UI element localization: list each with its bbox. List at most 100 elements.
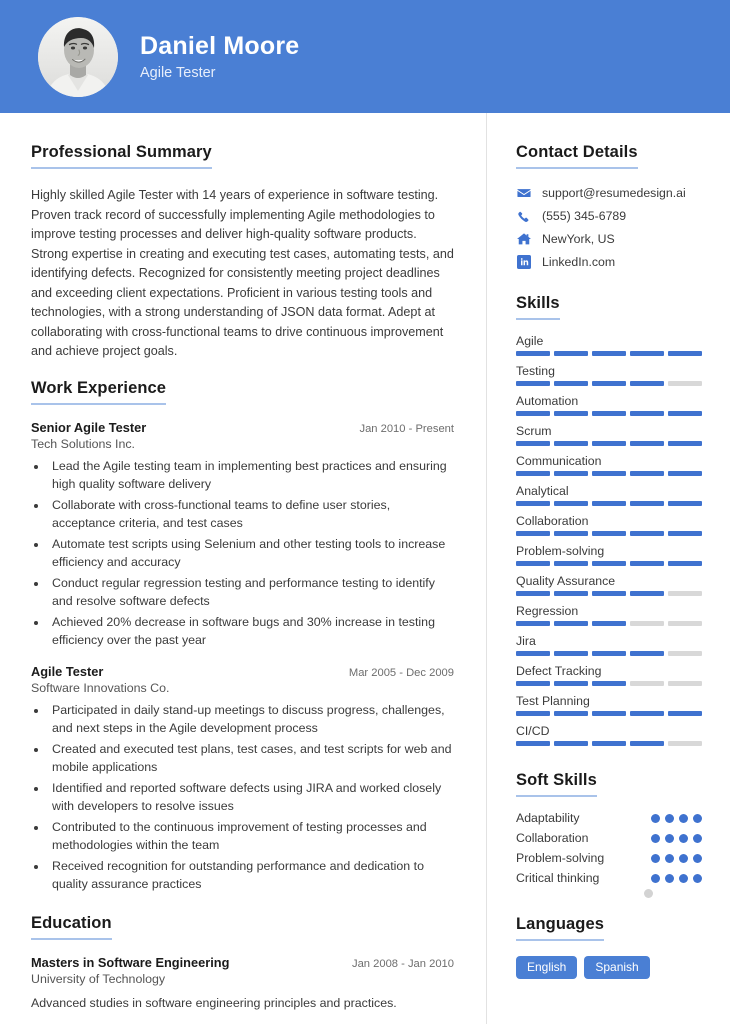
skill-bar-segment [630, 591, 664, 596]
rating-dot [679, 833, 688, 843]
skill-bar-segment [630, 741, 664, 746]
candidate-role: Agile Tester [140, 65, 216, 82]
section-languages: Languages English Spanish [516, 915, 702, 979]
skill-item: Collaboration [516, 514, 702, 536]
bullet-item: Identified and reported software defects… [48, 780, 454, 816]
contact-list: support@resumedesign.ai (555) 345-6789 N… [516, 185, 702, 269]
language-chip[interactable]: English [516, 956, 578, 979]
section-title-languages: Languages [516, 915, 605, 941]
section-professional-summary: Professional Summary Highly skilled Agil… [31, 143, 454, 362]
skill-bar-segment [592, 351, 626, 356]
section-title-soft-skills: Soft Skills [516, 771, 597, 797]
contact-email-value: support@resumedesign.ai [542, 185, 686, 200]
skill-bar-segment [554, 351, 588, 356]
skill-label: Jira [516, 634, 536, 648]
soft-skill-rating [651, 853, 702, 863]
resume-page: Daniel Moore Agile Tester Professional S… [0, 0, 730, 1024]
contact-item-email[interactable]: support@resumedesign.ai [516, 185, 702, 200]
contact-item-phone[interactable]: (555) 345-6789 [516, 208, 702, 223]
rating-dot [679, 873, 688, 883]
skill-label: Scrum [516, 424, 552, 438]
skill-label: Problem-solving [516, 544, 605, 558]
contact-phone-value: (555) 345-6789 [542, 208, 627, 223]
resume-header: Daniel Moore Agile Tester [0, 0, 730, 113]
skill-level-bar [516, 471, 702, 476]
bullet-item: Achieved 20% decrease in software bugs a… [48, 614, 454, 650]
job-date: Mar 2005 - Dec 2009 [348, 667, 454, 680]
skill-item: CI/CD [516, 724, 702, 746]
skill-bar-segment [592, 711, 626, 716]
contact-item-location[interactable]: NewYork, US [516, 231, 702, 246]
section-soft-skills: Soft Skills Adaptability Collaboration Pro… [516, 771, 702, 898]
skill-bar-segment [630, 501, 664, 506]
skill-bar-segment [630, 621, 664, 626]
skill-bar-segment [630, 441, 664, 446]
skill-bar-segment [592, 411, 626, 416]
skill-level-bar [516, 711, 702, 716]
skill-bar-segment [516, 351, 550, 356]
rating-dot [665, 813, 674, 823]
soft-skill-list: Adaptability Collaboration Problem-solving… [516, 811, 702, 885]
skill-bar-segment [592, 441, 626, 446]
skill-bar-segment [668, 381, 702, 386]
job-date: Jan 2010 - Present [359, 422, 454, 435]
avatar [38, 16, 118, 97]
skill-item: Automation [516, 394, 702, 416]
skill-bar-segment [592, 471, 626, 476]
skill-bar-segment [554, 501, 588, 506]
soft-skill-item: Problem-solving [516, 851, 702, 865]
section-education: Education Masters in Software Engineerin… [31, 914, 454, 1024]
soft-skill-rating [651, 873, 702, 883]
skill-label: Regression [516, 604, 579, 618]
skill-bar-segment [554, 411, 588, 416]
job-bullets: Lead the Agile testing team in implement… [48, 458, 454, 650]
section-work-experience: Work Experience Senior Agile Tester Jan … [31, 379, 454, 895]
skill-bar-segment [630, 651, 664, 656]
degree-description: Advanced studies in software engineering… [31, 996, 397, 1011]
section-skills: Skills Agile Testing Automation Scrum Commun… [516, 294, 702, 746]
soft-skill-label: Critical thinking [516, 871, 600, 885]
bullet-item: Collaborate with cross-functional teams … [48, 497, 454, 533]
education-entries: Masters in Software Engineering Jan 2008… [31, 955, 454, 1024]
rating-dot [665, 833, 674, 843]
skill-item: Analytical [516, 484, 702, 506]
skill-list: Agile Testing Automation Scrum Communication… [516, 334, 702, 746]
degree-title: Masters in Software Engineering [31, 955, 230, 971]
skill-level-bar [516, 501, 702, 506]
bullet-item: Participated in daily stand-up meetings … [48, 702, 454, 738]
bullet-item: Created and executed test plans, test ca… [48, 741, 454, 777]
section-title-experience: Work Experience [31, 379, 167, 405]
skill-bar-segment [668, 501, 702, 506]
experience-entry: Senior Agile Tester Jan 2010 - Present T… [31, 420, 454, 650]
portrait-photo-icon [38, 16, 118, 97]
contact-linkedin-value: LinkedIn.com [542, 254, 616, 269]
skill-bar-segment [554, 681, 588, 686]
skill-bar-segment [516, 471, 550, 476]
skill-bar-segment [554, 471, 588, 476]
job-title: Senior Agile Tester [31, 419, 147, 435]
skill-bar-segment [630, 711, 664, 716]
contact-item-linkedin[interactable]: LinkedIn.com [516, 254, 702, 269]
skill-bar-segment [592, 591, 626, 596]
sidebar-column: Contact Details support@resumedesign.ai … [487, 113, 730, 1024]
header-text: Daniel Moore Agile Tester [140, 32, 299, 82]
skill-level-bar [516, 741, 702, 746]
skill-level-bar [516, 351, 702, 356]
skill-item: Test Planning [516, 694, 702, 716]
language-chip[interactable]: Spanish [584, 956, 650, 979]
language-list: English Spanish [516, 956, 702, 979]
rating-dot [651, 873, 660, 883]
bullet-item: Lead the Agile testing team in implement… [48, 458, 454, 494]
skill-bar-segment [668, 411, 702, 416]
skill-bar-segment [516, 441, 550, 446]
rating-dot [693, 853, 702, 863]
education-entry: Masters in Software Engineering Jan 2008… [31, 955, 454, 1013]
job-title: Agile Tester [31, 664, 104, 680]
entry-header: Senior Agile Tester Jan 2010 - Present [31, 420, 454, 435]
soft-skill-item: Adaptability [516, 811, 702, 825]
skill-label: Testing [516, 364, 555, 378]
summary-text: Highly skilled Agile Tester with 14 year… [31, 188, 454, 359]
